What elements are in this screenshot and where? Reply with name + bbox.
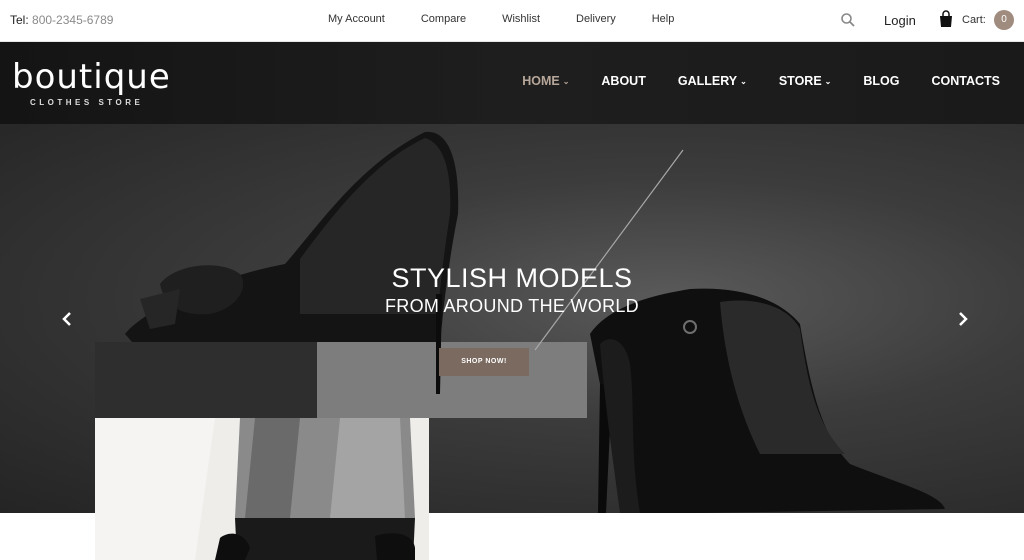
link-help[interactable]: Help — [652, 13, 675, 25]
chevron-down-icon: ⌄ — [824, 76, 832, 86]
shopping-bag-icon[interactable] — [938, 10, 954, 28]
nav-contacts-label: CONTACTS — [931, 74, 1000, 88]
hero-subtitle: FROM AROUND THE WORLD — [385, 296, 639, 316]
nav-contacts[interactable]: CONTACTS — [931, 74, 1000, 88]
link-compare[interactable]: Compare — [421, 13, 466, 25]
nav-gallery[interactable]: GALLERY ⌄ — [678, 74, 747, 88]
main-navigation: HOME ⌄ ABOUT GALLERY ⌄ STORE ⌄ BLOG CONT… — [490, 74, 1000, 88]
featured-model-image[interactable] — [95, 418, 429, 560]
chevron-down-icon: ⌄ — [740, 76, 747, 86]
link-wishlist[interactable]: Wishlist — [502, 13, 540, 25]
search-icon[interactable] — [840, 12, 856, 28]
nav-blog-label: BLOG — [863, 74, 900, 88]
cart-count-badge[interactable]: 0 — [994, 10, 1014, 30]
tel-number[interactable]: 800-2345-6789 — [32, 13, 113, 27]
logo-tagline: CLOTHES STORE — [30, 98, 144, 107]
hero-title: STYLISH MODELS — [391, 263, 633, 293]
nav-about[interactable]: ABOUT — [601, 74, 645, 88]
login-link[interactable]: Login — [884, 13, 916, 28]
link-my-account[interactable]: My Account — [328, 13, 385, 25]
nav-home-label: HOME — [522, 74, 560, 88]
ankle-boot — [590, 288, 945, 513]
shop-now-button[interactable]: SHOP NOW! — [439, 348, 529, 376]
top-links: My Account Compare Wishlist Delivery Hel… — [310, 13, 692, 25]
tel-label: Tel: — [10, 13, 29, 27]
site-logo[interactable]: boutique CLOTHES STORE — [12, 58, 171, 107]
phone-contact: Tel: 800-2345-6789 — [10, 13, 113, 27]
nav-gallery-label: GALLERY — [677, 74, 738, 88]
link-delivery[interactable]: Delivery — [576, 13, 616, 25]
logo-text: boutique — [12, 57, 171, 97]
cart-label[interactable]: Cart: — [962, 14, 986, 26]
chevron-right-icon[interactable] — [956, 307, 970, 333]
nav-store[interactable]: STORE ⌄ — [779, 74, 832, 88]
site-header: boutique CLOTHES STORE HOME ⌄ ABOUT GALL… — [0, 42, 1024, 124]
pedestal-dark — [95, 342, 317, 418]
nav-blog[interactable]: BLOG — [863, 74, 899, 88]
chevron-left-icon[interactable] — [60, 307, 74, 333]
nav-about-label: ABOUT — [601, 74, 646, 88]
chevron-down-icon: ⌄ — [562, 76, 570, 86]
nav-store-label: STORE — [778, 74, 822, 88]
nav-home[interactable]: HOME ⌄ — [522, 74, 569, 88]
top-utility-bar: Tel: 800-2345-6789 My Account Compare Wi… — [0, 0, 1024, 42]
